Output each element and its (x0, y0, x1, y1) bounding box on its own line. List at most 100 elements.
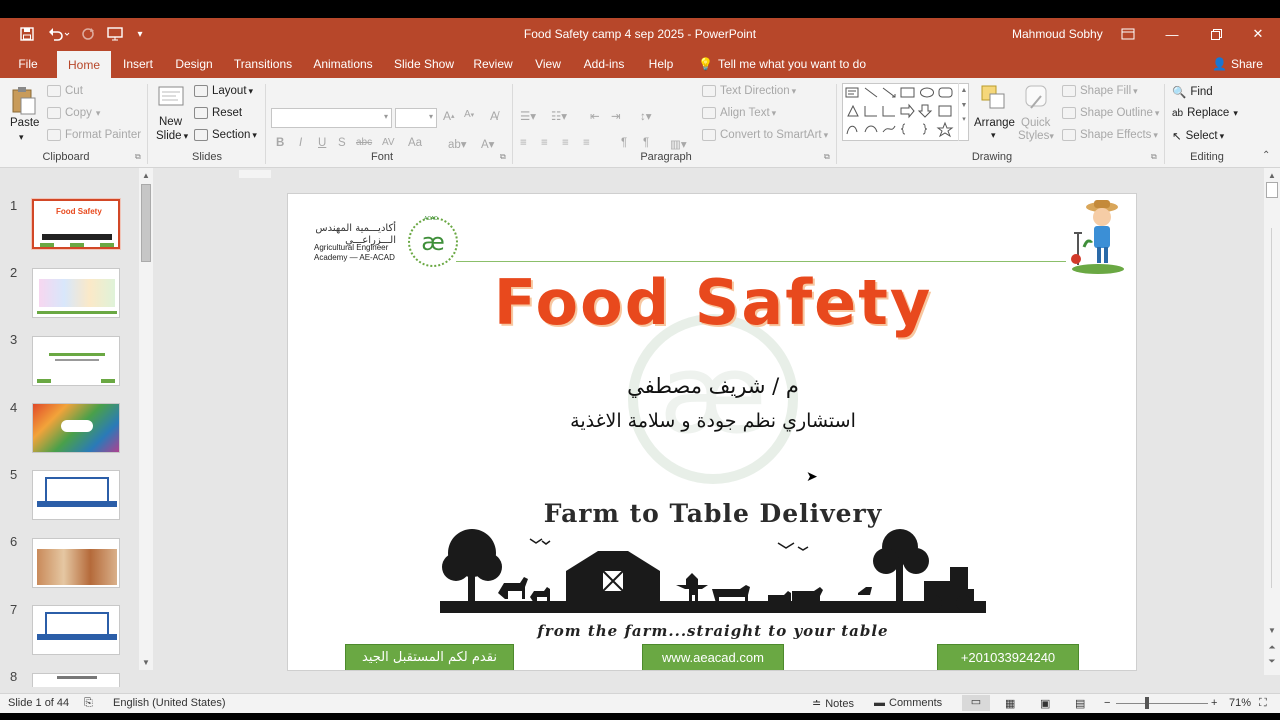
slogan-box[interactable]: نقدم لكم المستقبل الجيد (345, 644, 514, 670)
increase-indent-icon[interactable]: ⇥ (611, 109, 621, 123)
language-indicator[interactable]: English (United States) (113, 697, 226, 709)
slide-sorter-icon[interactable]: ▦ (1005, 697, 1015, 710)
user-name[interactable]: Mahmoud Sobhy (1012, 27, 1103, 41)
clipboard-launcher-icon[interactable]: ⧉ (135, 152, 141, 162)
slide-thumbnail-3[interactable] (32, 336, 120, 386)
fit-to-window-icon[interactable]: ⛶ (1259, 697, 1267, 710)
font-name-combo[interactable]: ▾ (271, 108, 392, 128)
close-icon[interactable]: ✕ (1236, 18, 1280, 50)
restore-icon[interactable] (1194, 18, 1238, 50)
ribbon-display-options-icon[interactable] (1106, 18, 1150, 50)
notes-button[interactable]: ≐ Notes (812, 697, 854, 710)
italic-button[interactable]: I (299, 137, 302, 149)
minimize-icon[interactable]: — (1150, 18, 1194, 50)
section-button[interactable]: Section ▾ (194, 129, 257, 141)
slide-thumbnail-8[interactable] (32, 673, 120, 687)
find-button[interactable]: 🔍 Find (1172, 85, 1213, 99)
tab-slide-show[interactable]: Slide Show (390, 50, 458, 78)
tab-animations[interactable]: Animations (308, 50, 378, 78)
slide-thumbnail-2[interactable] (32, 268, 120, 318)
convert-smartart-button[interactable]: Convert to SmartArt ▾ (702, 129, 828, 141)
text-direction-button[interactable]: Text Direction ▾ (702, 85, 796, 97)
quick-styles-label-2[interactable]: Styles ▾ (1018, 130, 1054, 142)
new-slide-icon[interactable] (158, 84, 186, 114)
tab-design[interactable]: Design (170, 50, 218, 78)
paste-button[interactable]: Paste (10, 117, 39, 129)
decrease-indent-icon[interactable]: ⇤ (590, 109, 600, 123)
bullets-icon[interactable]: ☰▾ (520, 109, 536, 123)
drawing-launcher-icon[interactable]: ⧉ (1151, 152, 1157, 162)
shape-fill-button[interactable]: Shape Fill ▾ (1062, 85, 1138, 97)
presenter-name[interactable]: م / شريف مصطفي (288, 374, 1136, 398)
reading-view-icon[interactable]: ▣ (1040, 697, 1050, 710)
numbering-icon[interactable]: ☷▾ (551, 109, 567, 123)
tab-view[interactable]: View (530, 50, 566, 78)
zoom-level[interactable]: 71% (1229, 697, 1251, 709)
slide-thumbnail-7[interactable] (32, 605, 120, 655)
new-slide-label-2[interactable]: Slide ▾ (156, 130, 188, 142)
tab-add-ins[interactable]: Add-ins (580, 50, 628, 78)
shapes-gallery-scroll[interactable]: ▲ ▼ ▾ (958, 83, 969, 141)
banner-heading[interactable]: Farm to Table Delivery (288, 499, 1136, 528)
layout-button[interactable]: Layout ▾ (194, 85, 253, 97)
tab-review[interactable]: Review (470, 50, 516, 78)
tab-help[interactable]: Help (643, 50, 679, 78)
bold-button[interactable]: B (276, 137, 284, 149)
slide-title[interactable]: Food Safety (288, 266, 1136, 339)
arrange-button[interactable]: Arrange (974, 117, 1015, 129)
tab-transitions[interactable]: Transitions (230, 50, 296, 78)
slide-thumbnail-6[interactable] (32, 538, 120, 588)
thumbnail-scrollbar[interactable]: ▲ ▼ (139, 168, 153, 670)
tab-insert[interactable]: Insert (116, 50, 160, 78)
scroll-thumb[interactable] (141, 184, 151, 262)
spellcheck-icon[interactable]: ⎘ (84, 697, 93, 710)
zoom-slider-thumb[interactable] (1145, 697, 1149, 709)
collapse-ribbon-icon[interactable]: ⌃ (1262, 150, 1270, 161)
scroll-up-icon[interactable]: ▲ (139, 171, 153, 180)
tab-home[interactable]: Home (57, 51, 111, 78)
align-text-button[interactable]: Align Text ▾ (702, 107, 776, 119)
website-box[interactable]: www.aeacad.com (642, 644, 784, 670)
copy-button[interactable]: Copy ▾ (47, 107, 100, 119)
strikethrough-button[interactable]: abc (356, 137, 372, 148)
replace-button[interactable]: ab Replace ▾ (1172, 107, 1238, 119)
clear-formatting-icon[interactable]: A̸ (490, 109, 498, 123)
cut-button[interactable]: Cut (47, 85, 83, 97)
align-right-icon[interactable]: ≡ (562, 137, 569, 149)
zoom-slider[interactable] (1116, 703, 1208, 704)
arrange-dropdown-icon[interactable]: ▾ (991, 130, 996, 141)
slide-thumbnail-5[interactable] (32, 470, 120, 520)
slideshow-view-icon[interactable]: ▤ (1075, 697, 1085, 710)
presenter-role[interactable]: استشاري نظم جودة و سلامة الاغذية (288, 410, 1136, 432)
slide-thumbnail-1[interactable]: Food Safety (31, 198, 121, 250)
tab-file[interactable]: File (10, 50, 46, 78)
phone-box[interactable]: +201033924240 (937, 644, 1079, 670)
character-spacing-button[interactable]: AV (382, 137, 395, 148)
next-slide-icon[interactable]: ⏷ (1264, 656, 1280, 667)
reset-button[interactable]: Reset (194, 107, 242, 119)
slide-1-canvas[interactable]: æ أكاديـــمية المهندس الـــزراعـــي Agri… (287, 193, 1137, 671)
normal-view-icon[interactable]: ▭ (962, 695, 990, 711)
slide-scrollbar[interactable]: ▲ ▼ ⏶ ⏷ (1264, 168, 1280, 675)
tell-me-search[interactable]: 💡 Tell me what you want to do (698, 50, 866, 78)
share-button[interactable]: 👤 Share (1212, 50, 1263, 78)
previous-slide-icon[interactable]: ⏶ (1264, 642, 1280, 653)
shadow-button[interactable]: S (338, 137, 346, 149)
ltr-icon[interactable]: ¶ (643, 137, 649, 149)
paste-icon[interactable] (11, 86, 39, 116)
scroll-up-icon[interactable]: ▲ (1264, 171, 1280, 180)
slide-thumbnail-4[interactable] (32, 403, 120, 453)
scroll-down-icon[interactable]: ▼ (139, 658, 153, 667)
decrease-font-size-icon[interactable]: A ▾ (464, 109, 474, 120)
shape-effects-button[interactable]: Shape Effects ▾ (1062, 129, 1158, 141)
justify-icon[interactable]: ≡ (583, 137, 590, 149)
columns-icon[interactable]: ▥▾ (670, 137, 687, 151)
zoom-in-icon[interactable]: + (1211, 697, 1217, 709)
rtl-icon[interactable]: ¶ (621, 137, 627, 149)
increase-font-size-icon[interactable]: A ▴ (443, 109, 455, 123)
quick-styles-icon[interactable] (1023, 84, 1051, 114)
line-spacing-icon[interactable]: ↕▾ (640, 109, 652, 123)
scroll-down-icon[interactable]: ▼ (1264, 626, 1280, 635)
scroll-thumb[interactable] (1266, 182, 1278, 198)
change-case-button[interactable]: Aa (408, 137, 422, 149)
